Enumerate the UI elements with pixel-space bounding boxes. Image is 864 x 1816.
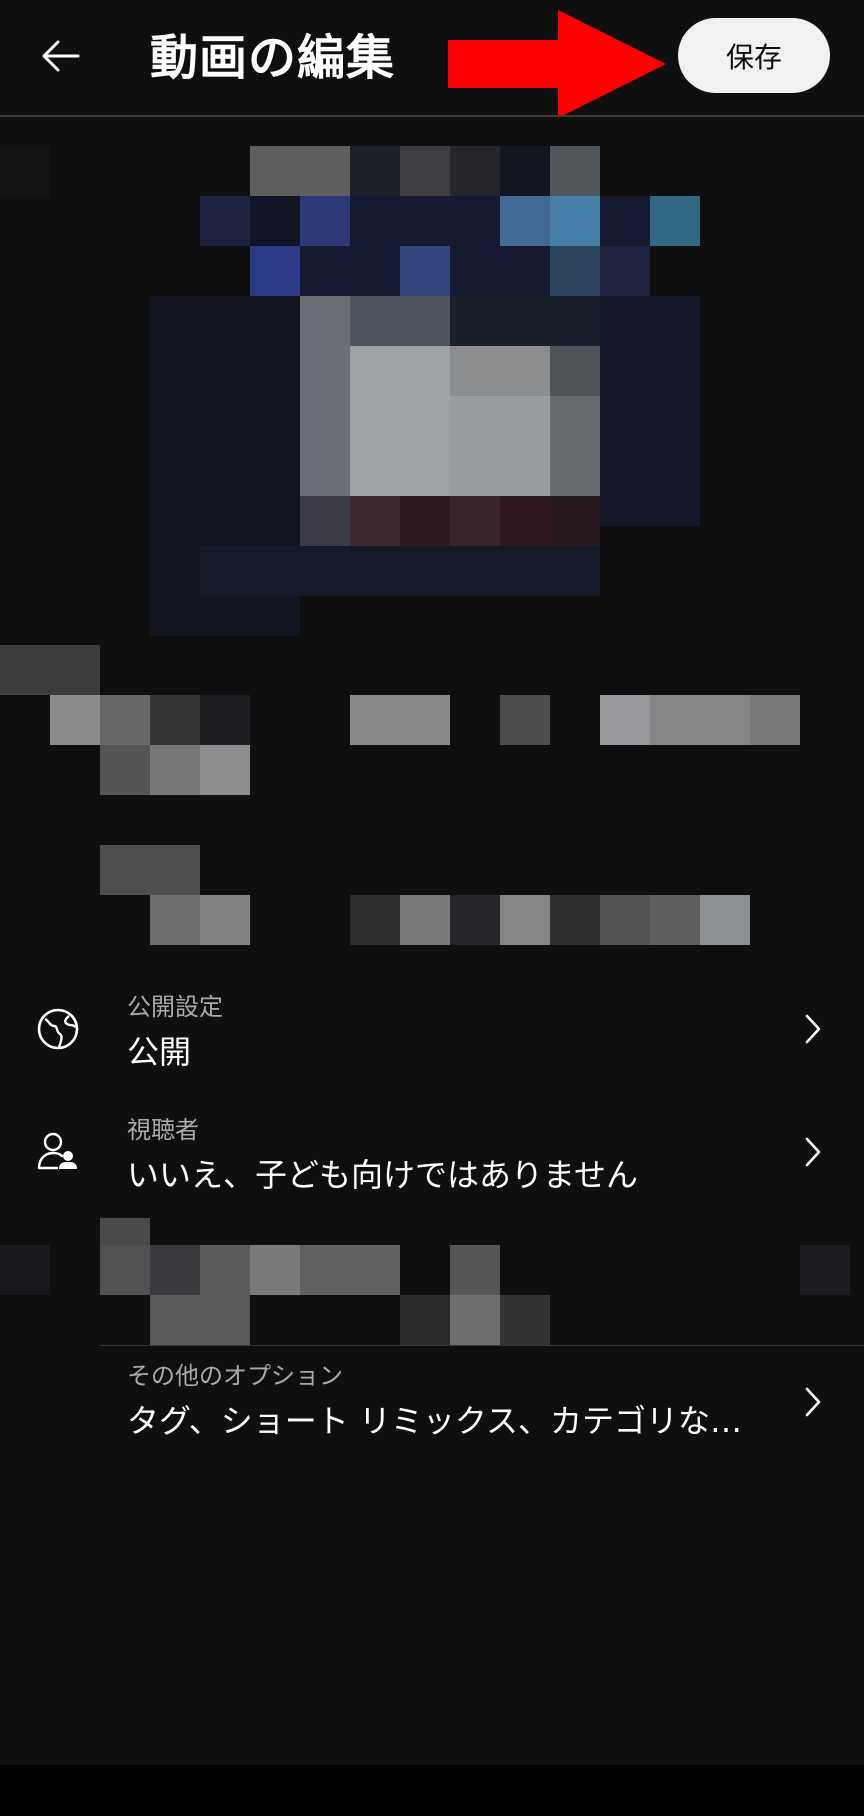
more-options-label: その他のオプション: [127, 1362, 343, 1390]
chevron-right-icon: [800, 1382, 826, 1422]
row-divider: [100, 1345, 864, 1346]
more-options-value: タグ、ショート リミックス、カテゴリな…: [127, 1402, 742, 1440]
chevron-right-icon: [800, 1009, 826, 1049]
video-thumbnail[interactable]: [0, 117, 864, 647]
header: 動画の編集 保存: [0, 0, 864, 118]
system-navigation-bar: [0, 1765, 864, 1816]
annotation-arrow-icon: [448, 10, 666, 118]
audience-label: 視聴者: [127, 1116, 199, 1144]
audience-setting-row[interactable]: 視聴者 いいえ、子ども向けではありません: [0, 1098, 864, 1208]
visibility-value: 公開: [127, 1033, 192, 1071]
chevron-right-icon: [800, 1132, 826, 1172]
obscured-setting-row[interactable]: [0, 1218, 864, 1348]
visibility-setting-row[interactable]: 公開設定 公開: [0, 975, 864, 1085]
visibility-label: 公開設定: [127, 993, 223, 1021]
video-description-field[interactable]: [0, 845, 864, 945]
save-button[interactable]: 保存: [678, 18, 830, 93]
audience-value: いいえ、子ども向けではありません: [127, 1156, 639, 1194]
more-options-setting-row[interactable]: その他のオプション タグ、ショート リミックス、カテゴリな…: [0, 1348, 864, 1458]
audience-icon: [36, 1130, 80, 1174]
back-button[interactable]: [30, 26, 90, 86]
page-title: 動画の編集: [150, 30, 396, 86]
arrow-left-icon: [42, 40, 80, 72]
globe-icon: [36, 1007, 80, 1051]
